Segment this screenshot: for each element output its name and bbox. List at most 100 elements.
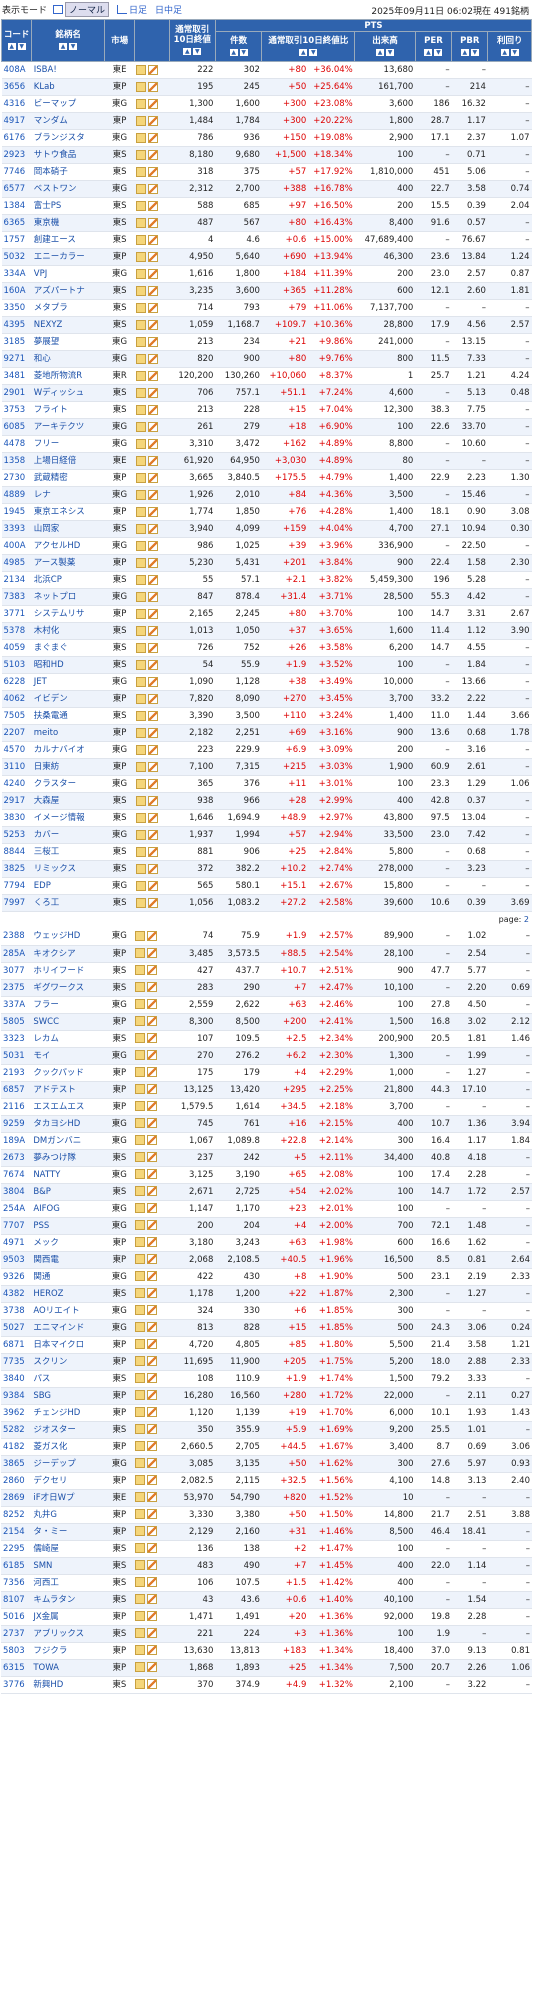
news-icon[interactable]	[135, 1594, 146, 1604]
name-cell[interactable]: フライト	[31, 401, 105, 419]
name-cell[interactable]: SWCC	[31, 1013, 105, 1031]
name-cell[interactable]: アーキテクツ	[31, 418, 105, 436]
icons-cell[interactable]	[134, 1013, 169, 1031]
table-row[interactable]: 5032 エニーカラー 東P 4,950 5,640 +690 +13.94% 46,300 2…	[1, 248, 532, 266]
table-row[interactable]: 3776 新興HD 東S 370 374.9 +4.9 +1.32% 2,100–3.22–	[1, 1676, 532, 1694]
chart-icon[interactable]	[147, 1067, 158, 1077]
chart-icon[interactable]	[147, 149, 158, 160]
news-icon[interactable]	[135, 625, 146, 636]
news-icon[interactable]	[135, 200, 146, 211]
chart-icon[interactable]	[147, 183, 158, 194]
name-cell[interactable]: タカヨシHD	[31, 1115, 105, 1133]
table-row[interactable]: 1358 上場日経倍 東E 61,920 64,950 +3,030 +4.89% 80– – –	[1, 452, 532, 470]
icons-cell[interactable]	[134, 1285, 169, 1303]
name-cell[interactable]: クラスター	[31, 775, 105, 793]
icons-cell[interactable]	[134, 1489, 169, 1507]
name-cell[interactable]: AOリエイト	[31, 1302, 105, 1320]
news-icon[interactable]	[135, 1237, 146, 1247]
chart-icon[interactable]	[147, 1560, 158, 1570]
name-cell[interactable]: 和心	[31, 350, 105, 368]
icons-cell[interactable]	[134, 1506, 169, 1524]
chart-icon[interactable]	[147, 1339, 158, 1349]
icons-cell[interactable]	[134, 469, 170, 487]
code-cell[interactable]: 6085	[1, 418, 32, 436]
name-cell[interactable]: メック	[31, 1234, 105, 1252]
chart-icon[interactable]	[147, 1373, 158, 1383]
page-link[interactable]: 2	[524, 915, 529, 924]
sort-desc-icon[interactable]: ▼	[434, 49, 443, 56]
name-cell[interactable]: Wディッシュ	[31, 384, 105, 402]
code-cell[interactable]: 3962	[1, 1404, 32, 1422]
news-icon[interactable]	[135, 1033, 146, 1043]
name-cell[interactable]: SMN	[31, 1557, 105, 1575]
news-icon[interactable]	[135, 744, 146, 755]
name-cell[interactable]: エスエムエス	[31, 1098, 105, 1116]
news-icon[interactable]	[135, 251, 146, 262]
code-cell[interactable]: 2917	[1, 792, 32, 810]
name-cell[interactable]: 河西工	[31, 1574, 105, 1592]
table-row[interactable]: 2869 iF才日Wプ 東E 53,970 54,790 +820 +1.52% 10– – –	[1, 1489, 532, 1507]
name-cell[interactable]: ベストワン	[31, 180, 105, 198]
icons-cell[interactable]	[134, 724, 170, 742]
col-volume[interactable]: 出来高 ▲ ▼	[354, 31, 416, 62]
chart-icon[interactable]	[147, 166, 158, 177]
sort-asc-icon[interactable]: ▲	[299, 49, 308, 56]
name-cell[interactable]: スクリン	[31, 1353, 105, 1371]
code-cell[interactable]: 3656	[1, 78, 32, 96]
name-cell[interactable]: JET	[31, 673, 105, 691]
name-cell[interactable]: 東京機	[31, 214, 105, 232]
news-icon[interactable]	[135, 1645, 146, 1655]
icons-cell[interactable]	[134, 588, 170, 606]
icons-cell[interactable]	[134, 792, 170, 810]
chart-icon[interactable]	[147, 387, 158, 398]
name-cell[interactable]: エニマインド	[31, 1319, 105, 1337]
name-cell[interactable]: ISBA!	[31, 61, 105, 79]
news-icon[interactable]	[135, 1339, 146, 1349]
table-row[interactable]: 3738 AOリエイト 東G 324 330 +6 +1.85% 300– – –	[1, 1302, 532, 1320]
chart-icon[interactable]	[147, 523, 158, 534]
name-cell[interactable]: TOWA	[31, 1659, 105, 1677]
code-cell[interactable]: 5027	[1, 1319, 32, 1337]
icons-cell[interactable]	[134, 282, 170, 300]
code-cell[interactable]: 2207	[1, 724, 32, 742]
col-pbr[interactable]: PBR ▲ ▼	[451, 31, 489, 62]
chart-icon[interactable]	[147, 234, 158, 245]
table-row[interactable]: 4395 NEXYZ 東S 1,059 1,168.7 +109.7 +10.36% 28,8…	[1, 316, 532, 334]
name-cell[interactable]: PSS	[31, 1217, 105, 1235]
table-row[interactable]: 4889 レナ 東G 1,926 2,010 +84 +4.36% 3,500–15.46–	[1, 486, 532, 504]
news-icon[interactable]	[135, 557, 146, 568]
code-cell[interactable]: 2134	[1, 571, 32, 589]
icons-cell[interactable]	[134, 945, 169, 963]
name-cell[interactable]: フリー	[31, 435, 105, 453]
icons-cell[interactable]	[134, 1642, 169, 1660]
chart-icon[interactable]	[147, 744, 158, 755]
chart-icon[interactable]	[147, 1220, 158, 1230]
code-cell[interactable]: 5253	[1, 826, 32, 844]
table-row[interactable]: 334A VPJ 東G 1,616 1,800 +184 +11.39% 200 23.0 2.5…	[1, 265, 532, 283]
chart-icon[interactable]	[147, 1407, 158, 1417]
icons-cell[interactable]	[134, 1319, 169, 1337]
code-cell[interactable]: 4889	[1, 486, 32, 504]
sort-desc-icon[interactable]: ▼	[69, 43, 78, 50]
code-cell[interactable]: 5803	[1, 1642, 32, 1660]
name-cell[interactable]: くろ工	[31, 894, 105, 912]
chart-icon[interactable]	[147, 1050, 158, 1060]
col-avg10[interactable]: 通常取引10日終値 ▲ ▼	[168, 19, 216, 62]
icons-cell[interactable]	[134, 129, 170, 147]
icons-cell[interactable]	[134, 1421, 169, 1439]
news-icon[interactable]	[135, 1679, 146, 1689]
chart-icon[interactable]	[147, 64, 158, 75]
chart-icon[interactable]	[147, 999, 158, 1009]
table-row[interactable]: 4059 まぐまぐ 東S 726 752 +26 +3.58% 6,200 14.7 4.55–	[1, 639, 532, 657]
icons-cell[interactable]	[134, 1370, 169, 1388]
chart-icon[interactable]	[147, 1169, 158, 1179]
code-cell[interactable]: 3804	[1, 1183, 32, 1201]
table-row[interactable]: 4570 カルナバイオ 東G 223 229.9 +6.9 +3.09% 200–3.16–	[1, 741, 532, 759]
table-row[interactable]: 9503 関西電 東P 2,068 2,108.5 +40.5 +1.96% 16,500 8.…	[1, 1251, 532, 1269]
table-row[interactable]: 2207 meito 東P 2,182 2,251 +69 +3.16% 900 13.6 0.6…	[1, 724, 532, 742]
chart-icon[interactable]	[147, 829, 158, 840]
table-row[interactable]: 3771 システムリサ 東P 2,165 2,245 +80 +3.70% 100 14.7 3.…	[1, 605, 532, 623]
news-icon[interactable]	[135, 1084, 146, 1094]
chart-icon[interactable]	[147, 336, 158, 347]
icons-cell[interactable]	[134, 1608, 169, 1626]
